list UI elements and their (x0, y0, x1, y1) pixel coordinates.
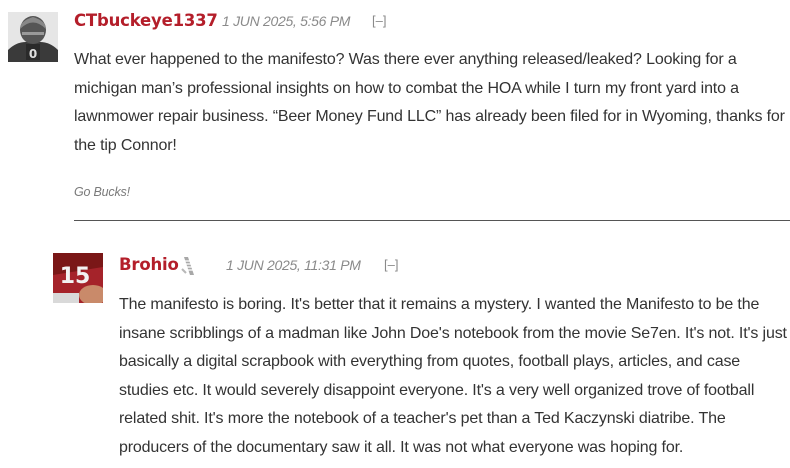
comment-signature: Go Bucks! (74, 185, 130, 199)
jersey-15-player-avatar-icon[interactable]: 15 (53, 253, 103, 303)
comment-timestamp[interactable]: 1 JUN 2025, 5:56 PM (222, 13, 350, 29)
collapse-toggle[interactable]: [–] (372, 13, 386, 28)
comment-author[interactable]: Brohio (119, 255, 179, 274)
comment-body: What ever happened to the manifesto? Was… (74, 51, 785, 154)
svg-text:0: 0 (29, 47, 37, 61)
svg-text:15: 15 (60, 264, 91, 289)
comment-body: The manifesto is boring. It's better tha… (119, 296, 787, 456)
rank-badge-icon (178, 255, 200, 277)
collapse-toggle[interactable]: [–] (384, 257, 398, 272)
divider (74, 220, 790, 221)
football-player-avatar-icon[interactable]: 0 (8, 12, 58, 62)
comment-timestamp[interactable]: 1 JUN 2025, 11:31 PM (226, 257, 361, 273)
comment-author[interactable]: CTbuckeye1337 (74, 11, 218, 30)
